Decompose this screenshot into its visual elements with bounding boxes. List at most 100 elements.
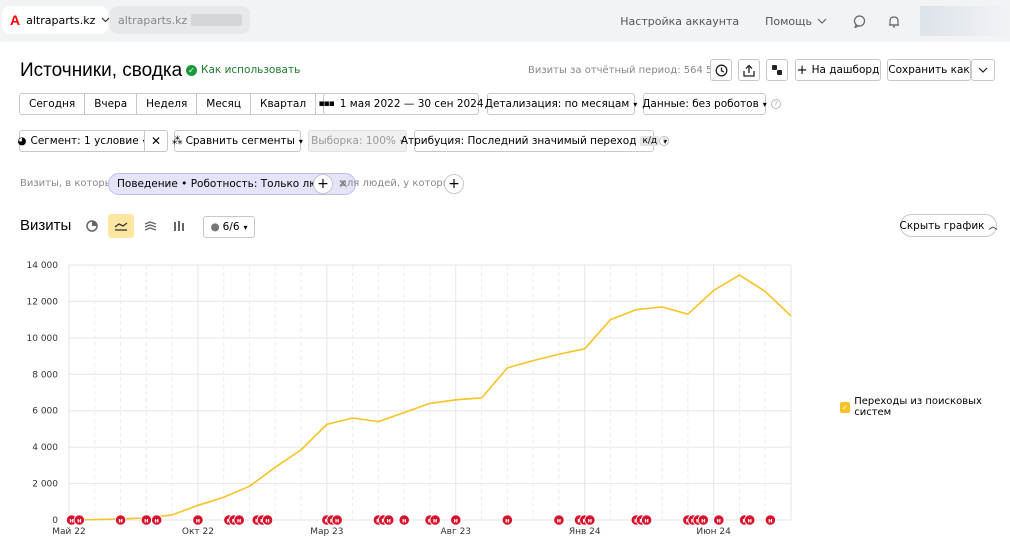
- annotation-marker-label: н: [260, 517, 265, 525]
- pie-chart-icon: [86, 220, 98, 232]
- compare-label: Сравнить сегменты: [185, 135, 295, 147]
- annotation-marker-label: н: [154, 517, 159, 525]
- period-today[interactable]: Сегодня: [20, 94, 86, 114]
- annotation-marker: [377, 514, 390, 526]
- add-people-condition-button[interactable]: +: [444, 174, 464, 194]
- save-as-label: Сохранить как: [888, 64, 970, 76]
- add-dashboard-button[interactable]: + На дашборд: [795, 59, 881, 81]
- project-tab-inactive[interactable]: altraparts.kz: [110, 6, 250, 34]
- attribution-select[interactable]: Атрибуция: Последний значимый переход к/…: [401, 130, 667, 152]
- detail-select[interactable]: Детализация: по месяцам ▾: [484, 93, 637, 115]
- annotation-marker: [424, 514, 436, 526]
- y-tick-label: 12 000: [27, 297, 59, 307]
- annotation-marker: [228, 514, 240, 526]
- x-tick-label: Янв 24: [569, 527, 601, 537]
- annotation-marker: [501, 514, 513, 526]
- annotation-marker: [398, 514, 410, 526]
- annotation-marker: [697, 514, 709, 526]
- sample-select[interactable]: Выборка: 100% ▾: [308, 130, 407, 152]
- annotation-marker: [114, 514, 127, 526]
- help-icon[interactable]: ?: [659, 136, 669, 146]
- period-yesterday[interactable]: Вчера: [85, 94, 138, 114]
- notes-filter-button[interactable]: ● 6/6 ▾: [203, 216, 255, 238]
- help-icon[interactable]: ?: [771, 99, 781, 109]
- add-visit-condition-button[interactable]: +: [313, 174, 333, 194]
- annotation-marker: [73, 514, 85, 526]
- annotation-marker: [553, 514, 565, 526]
- series-count: 6/6: [222, 221, 240, 233]
- save-as-dropdown[interactable]: [971, 59, 995, 81]
- segment-select[interactable]: ◕ Сегмент: 1 условие ▾: [17, 130, 147, 152]
- annotation-marker-label: н: [325, 517, 330, 525]
- annotation-marker: [140, 514, 152, 526]
- annotation-marker-label: н: [381, 517, 386, 525]
- annotation-marker: [713, 514, 725, 526]
- annotation-marker: [744, 514, 756, 526]
- legend-item[interactable]: ✓ Переходы из поисковых систем: [840, 396, 1010, 418]
- hide-chart-button[interactable]: Скрыть график ︿: [899, 214, 998, 237]
- clear-segment-button[interactable]: ✕: [144, 130, 168, 152]
- line-view-button[interactable]: [108, 214, 134, 238]
- export-button[interactable]: [738, 59, 760, 81]
- avatar[interactable]: [920, 6, 1010, 36]
- add-dashboard-label: На дашборд: [811, 64, 880, 76]
- annotation-marker: [584, 514, 596, 526]
- period-month[interactable]: Месяц: [197, 94, 252, 114]
- annotation-marker-label: н: [639, 517, 644, 525]
- y-tick-label: 10 000: [27, 334, 59, 344]
- legend-label: Переходы из поисковых систем: [854, 396, 982, 418]
- annotation-marker-label: н: [747, 517, 752, 525]
- area-view-button[interactable]: [138, 215, 162, 237]
- detail-label: Детализация: по месяцам: [484, 98, 630, 110]
- y-tick-label: 4 000: [32, 443, 58, 453]
- annotation-marker: [573, 514, 586, 526]
- date-range-button[interactable]: ▪▪▪ 1 мая 2022 — 30 сен 2024: [318, 93, 484, 115]
- annotation-marker: [764, 514, 776, 526]
- pie-icon: ◕: [17, 135, 27, 147]
- project-tab-active[interactable]: А altraparts.kz: [2, 6, 110, 34]
- data-select[interactable]: Данные: без роботов ▾: [642, 93, 767, 115]
- annotation-marker-label: н: [742, 517, 747, 525]
- bell-icon[interactable]: [888, 15, 900, 28]
- bar-view-button[interactable]: [167, 215, 191, 237]
- account-settings-link[interactable]: Настройка аккаунта: [620, 15, 739, 28]
- save-as-button[interactable]: Сохранить как: [887, 59, 971, 81]
- how-to-use-link[interactable]: ✓ Как использовать: [186, 64, 300, 76]
- annotation-marker-label: н: [227, 517, 232, 525]
- y-tick-label: 2 000: [32, 480, 58, 490]
- project-tab-label: altraparts.kz: [118, 13, 188, 27]
- annotation-marker-label: н: [376, 517, 381, 525]
- history-button[interactable]: [710, 59, 732, 81]
- annotation-marker: [579, 514, 591, 526]
- period-week[interactable]: Неделя: [137, 94, 198, 114]
- comment-icon: ●: [210, 221, 220, 233]
- period-quarter[interactable]: Квартал: [251, 94, 317, 114]
- chart-title: Визиты: [20, 217, 72, 234]
- annotation-marker: [682, 514, 694, 526]
- close-icon: ✕: [150, 134, 162, 148]
- page-title: Источники, сводка: [20, 60, 183, 81]
- chat-icon[interactable]: [853, 14, 866, 28]
- checkbox-icon: ✓: [840, 401, 851, 413]
- annotation-marker-label: н: [696, 517, 701, 525]
- plus-icon: +: [796, 62, 808, 78]
- hide-chart-label: Скрыть график: [899, 219, 985, 232]
- x-tick-label: Май 22: [52, 527, 85, 537]
- y-tick-label: 14 000: [27, 261, 59, 271]
- visits-where-label: Визиты, в которых: [20, 178, 119, 189]
- compare-segments-button[interactable]: ⁂ Сравнить сегменты ▾: [172, 130, 303, 152]
- annotation-marker-label: н: [691, 517, 696, 525]
- share-button[interactable]: [766, 59, 788, 81]
- help-menu[interactable]: Помощь: [765, 15, 827, 28]
- attribution-badge: к/д: [640, 136, 660, 146]
- annotation-marker-label: н: [454, 517, 459, 525]
- series-line: [68, 274, 792, 521]
- visits-total: Визиты за отчётный период: 564 533: [528, 65, 726, 76]
- x-tick-label: Мар 23: [310, 527, 343, 537]
- annotation-marker-label: н: [386, 517, 391, 525]
- segment-label: Сегмент: 1 условие: [30, 135, 139, 147]
- how-to-use-label: Как использовать: [201, 64, 301, 76]
- pie-view-button[interactable]: [80, 215, 104, 237]
- annotation-marker-label: н: [69, 517, 74, 525]
- people-where-label: для людей, у которых: [340, 178, 457, 189]
